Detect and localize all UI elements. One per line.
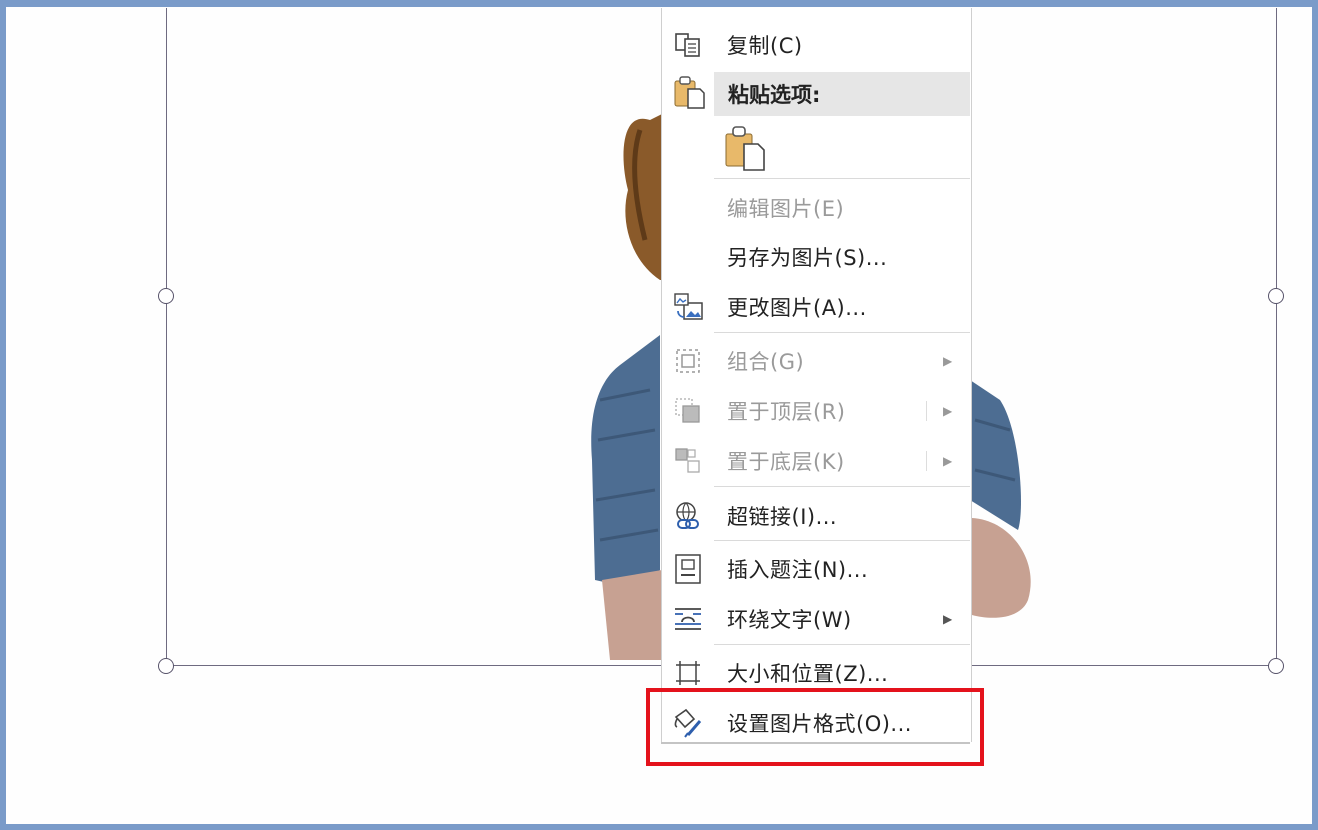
menu-item-send-to-back[interactable]: 置于底层(K) ▶: [662, 439, 971, 483]
size-position-icon: [672, 657, 704, 689]
menu-separator: [714, 644, 970, 645]
split-divider: [926, 401, 927, 421]
menu-label-send-to-back: 置于底层(K): [727, 450, 845, 474]
paste-options-header: 粘贴选项:: [714, 72, 970, 116]
menu-item-hyperlink[interactable]: 超链接(I)...: [662, 494, 971, 538]
menu-label-size-position: 大小和位置(Z)...: [727, 662, 889, 686]
menu-item-change-picture[interactable]: 更改图片(A)...: [662, 285, 971, 329]
menu-label-change-picture: 更改图片(A)...: [727, 296, 867, 320]
resize-handle-bottom-right[interactable]: [1268, 658, 1284, 674]
context-menu: 复制(C) 粘贴选项: 编辑图片(E) 另存为图片(S)... 更改图片(A).…: [661, 8, 972, 742]
paste-keep-format-icon[interactable]: [724, 124, 766, 176]
caption-icon: [672, 553, 704, 585]
menu-separator: [714, 540, 970, 541]
menu-item-save-as-picture[interactable]: 另存为图片(S)...: [662, 235, 971, 279]
bring-front-icon: [672, 395, 704, 427]
menu-label-save-as-picture: 另存为图片(S)...: [727, 246, 888, 270]
menu-item-edit-picture[interactable]: 编辑图片(E): [662, 186, 971, 230]
menu-separator: [714, 486, 970, 487]
clipboard-icon: [672, 74, 706, 114]
submenu-arrow-icon: ▶: [943, 354, 953, 368]
submenu-arrow-icon: ▶: [943, 612, 953, 626]
split-divider: [926, 451, 927, 471]
menu-label-insert-caption: 插入题注(N)...: [727, 558, 869, 582]
hyperlink-icon: [672, 500, 704, 532]
menu-label-group: 组合(G): [727, 350, 805, 374]
menu-item-copy[interactable]: 复制(C): [662, 23, 971, 67]
send-back-icon: [672, 445, 704, 477]
menu-item-wrap-text[interactable]: 环绕文字(W) ▶: [662, 597, 971, 641]
menu-label-hyperlink: 超链接(I)...: [727, 505, 838, 529]
menu-separator: [714, 178, 970, 179]
menu-label-wrap-text: 环绕文字(W): [727, 608, 852, 632]
resize-handle-bottom-left[interactable]: [158, 658, 174, 674]
resize-handle-left[interactable]: [158, 288, 174, 304]
menu-label-edit-picture: 编辑图片(E): [727, 197, 845, 221]
submenu-arrow-icon: ▶: [943, 454, 953, 468]
submenu-arrow-icon: ▶: [943, 404, 953, 418]
change-picture-icon: [672, 291, 704, 323]
highlight-annotation-box: [646, 688, 984, 766]
menu-separator: [714, 332, 970, 333]
menu-item-group[interactable]: 组合(G) ▶: [662, 339, 971, 383]
menu-label-copy: 复制(C): [727, 34, 803, 58]
wrap-text-icon: [672, 603, 704, 635]
menu-item-bring-to-front[interactable]: 置于顶层(R) ▶: [662, 389, 971, 433]
copy-icon: [672, 29, 704, 61]
group-icon: [672, 345, 704, 377]
menu-label-bring-to-front: 置于顶层(R): [727, 400, 846, 424]
resize-handle-right[interactable]: [1268, 288, 1284, 304]
paste-options-label: 粘贴选项:: [728, 83, 821, 107]
menu-item-insert-caption[interactable]: 插入题注(N)...: [662, 547, 971, 591]
